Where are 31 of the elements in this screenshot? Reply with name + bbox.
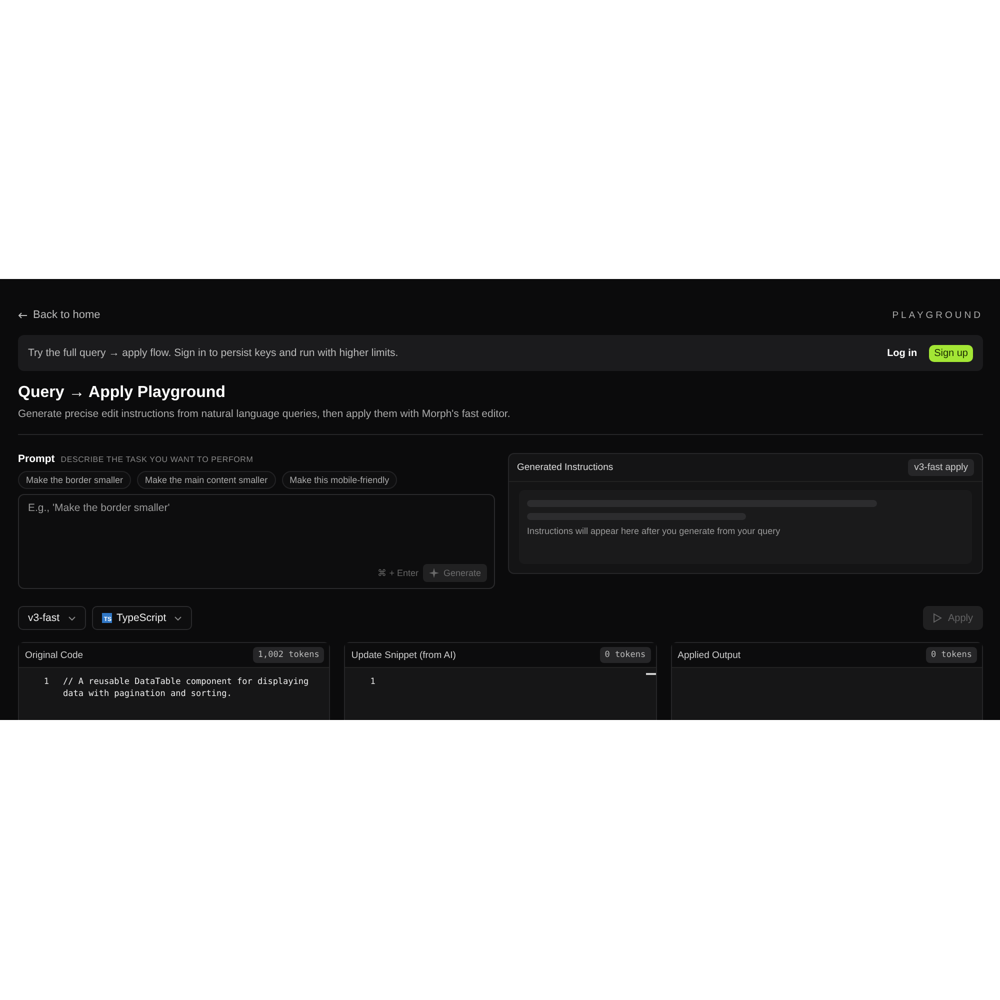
chevron-down-icon xyxy=(68,616,76,620)
empty-message: Instructions will appear here after you generate from your query xyxy=(527,526,782,536)
panel-title: Applied Output xyxy=(678,650,741,660)
model-badge: v3-fast apply xyxy=(908,459,974,476)
banner-text: Try the full query → apply flow. Sign in to persist keys and run with higher limits. xyxy=(28,347,398,359)
suggestion-chip[interactable]: Make this mobile-friendly xyxy=(282,471,398,489)
suggestion-chip[interactable]: Make the border smaller xyxy=(18,471,132,489)
line-number: 1 xyxy=(369,676,376,688)
back-link[interactable]: Back to home xyxy=(18,309,100,321)
shortcut-hint: ⌘ + Enter xyxy=(378,568,418,578)
prompt-label: Prompt xyxy=(18,453,55,465)
section-label: PLAYGROUND xyxy=(892,310,983,320)
play-icon xyxy=(932,613,942,623)
suggestion-chip[interactable]: Make the main content smaller xyxy=(137,471,276,489)
page-title: Query → Apply Playground xyxy=(18,384,226,402)
panel-title: Original Code xyxy=(25,650,84,660)
code-line: // A reusable DataTable component for displaying data with pagination and sorting. xyxy=(63,676,310,700)
arrow-left-icon xyxy=(18,312,27,318)
panel-title: Update Snippet (from AI) xyxy=(351,650,456,660)
sparkle-icon xyxy=(429,568,440,578)
token-count: 1,002 tokens xyxy=(252,647,324,663)
token-count: 0 tokens xyxy=(926,647,977,663)
model-select[interactable]: v3-fast xyxy=(18,606,86,630)
card-title: Generated Instructions xyxy=(517,462,614,473)
token-count: 0 tokens xyxy=(600,647,651,663)
chevron-down-icon xyxy=(174,616,182,620)
signup-button[interactable]: Sign up xyxy=(929,344,973,362)
line-number: 1 xyxy=(42,676,49,689)
prompt-hint: DESCRIBE THE TASK YOU WANT TO PERFORM xyxy=(60,455,254,464)
login-link[interactable]: Log in xyxy=(887,348,918,358)
page-subtitle: Generate precise edit instructions from natural language queries, then apply them with Morph's fast editor. xyxy=(18,408,512,420)
